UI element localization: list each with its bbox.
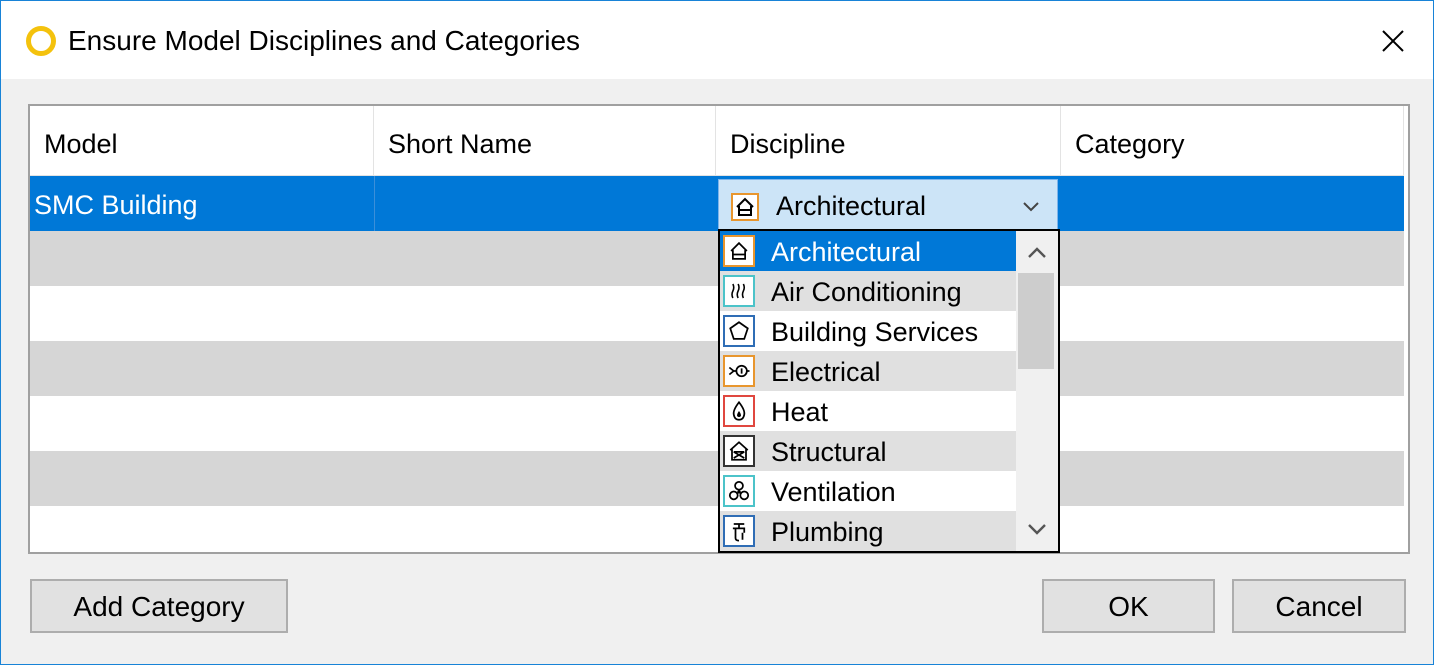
category-cell[interactable]	[1061, 176, 1404, 231]
cancel-button[interactable]: Cancel	[1232, 579, 1406, 633]
structural-icon	[723, 435, 755, 467]
title-bar: Ensure Model Disciplines and Categories	[1, 1, 1433, 79]
ventilation-icon	[723, 475, 755, 507]
electrical-icon	[723, 355, 755, 387]
short-name-cell[interactable]	[374, 176, 717, 231]
architectural-icon	[723, 235, 755, 267]
column-header-model[interactable]: Model	[30, 106, 374, 176]
scrollbar-thumb[interactable]	[1018, 273, 1054, 369]
building-services-icon	[723, 315, 755, 347]
option-air-conditioning[interactable]: Air Conditioning	[720, 271, 1016, 311]
heat-icon	[723, 395, 755, 427]
table-row[interactable]	[30, 396, 1404, 451]
table-row[interactable]: SMC Building	[30, 176, 1404, 231]
discipline-combo-value: Architectural	[776, 191, 927, 221]
air-conditioning-icon	[723, 275, 755, 307]
table-row[interactable]	[30, 286, 1404, 341]
app-ring-icon	[26, 26, 56, 56]
add-category-button[interactable]: Add Category	[30, 579, 288, 633]
plumbing-icon	[723, 515, 755, 547]
ok-button[interactable]: OK	[1042, 579, 1215, 633]
column-header-short-name[interactable]: Short Name	[374, 106, 716, 176]
column-header-discipline[interactable]: Discipline	[716, 106, 1061, 176]
dialog-title: Ensure Model Disciplines and Categories	[68, 25, 581, 56]
chevron-down-icon[interactable]	[1021, 196, 1041, 216]
architectural-icon	[731, 193, 759, 221]
option-ventilation[interactable]: Ventilation	[720, 471, 1016, 511]
table-row[interactable]	[30, 451, 1404, 506]
option-architectural[interactable]: Architectural	[720, 231, 1016, 271]
chevron-up-icon[interactable]	[1025, 241, 1049, 265]
option-structural[interactable]: Structural	[720, 431, 1016, 471]
dialog-window: Ensure Model Disciplines and Categories …	[0, 0, 1434, 665]
option-electrical[interactable]: Electrical	[720, 351, 1016, 391]
model-cell[interactable]: SMC Building	[34, 176, 374, 231]
chevron-down-icon[interactable]	[1025, 517, 1049, 541]
option-building-services[interactable]: Building Services	[720, 311, 1016, 351]
dropdown-scrollbar[interactable]	[1016, 231, 1058, 551]
option-heat[interactable]: Heat	[720, 391, 1016, 431]
discipline-dropdown-list[interactable]: Architectural Air Conditioning Building …	[718, 229, 1060, 553]
column-header-category[interactable]: Category	[1061, 106, 1404, 176]
option-plumbing[interactable]: Plumbing	[720, 511, 1016, 551]
table-row[interactable]	[30, 231, 1404, 286]
table-row[interactable]	[30, 506, 1404, 552]
discipline-combo[interactable]: Architectural	[718, 179, 1058, 230]
close-icon[interactable]	[1373, 21, 1413, 61]
table-row[interactable]	[30, 341, 1404, 396]
